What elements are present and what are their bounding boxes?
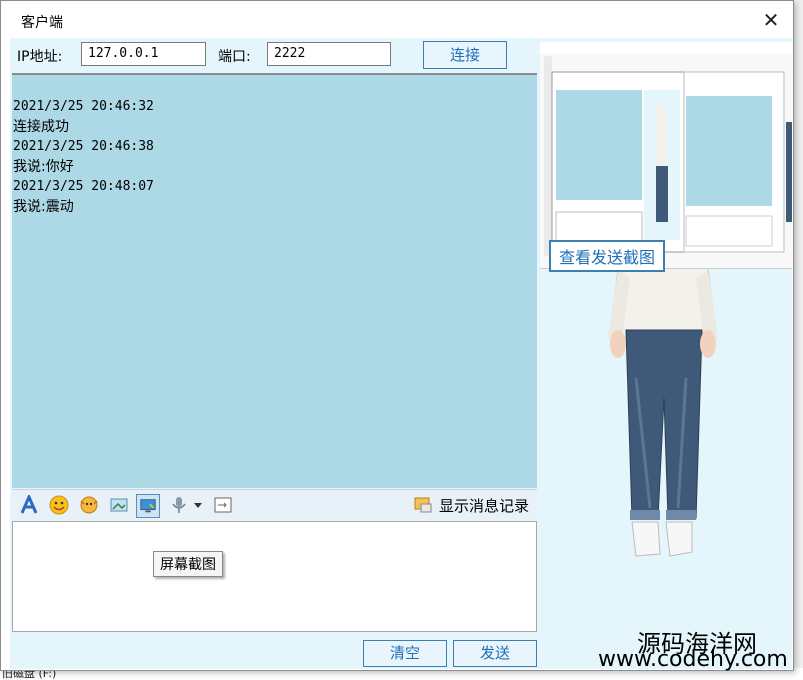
microphone-icon[interactable] bbox=[168, 494, 190, 516]
dropdown-arrow-icon[interactable] bbox=[192, 494, 204, 516]
message-input[interactable] bbox=[12, 521, 537, 632]
sent-screenshot-preview bbox=[540, 42, 792, 269]
window-icon[interactable] bbox=[212, 494, 234, 516]
font-icon[interactable] bbox=[18, 494, 40, 516]
message-text: 连接成功 bbox=[13, 119, 69, 135]
message-text: 我说:你好 bbox=[13, 159, 74, 175]
close-icon[interactable]: ✕ bbox=[757, 7, 785, 33]
shake-icon[interactable] bbox=[78, 494, 100, 516]
screenshot-thumbnail bbox=[540, 42, 792, 268]
message-time: 2021/3/25 20:48:07 bbox=[13, 179, 154, 194]
clear-button[interactable]: 清空 bbox=[363, 640, 447, 667]
title-bar: 客户端 ✕ bbox=[1, 1, 793, 39]
message-history-icon bbox=[414, 497, 432, 513]
message-text: 我说:震动 bbox=[13, 199, 74, 215]
history-label: 显示消息记录 bbox=[438, 496, 529, 515]
chat-toolbar: 显示消息记录 bbox=[12, 489, 537, 520]
emoji-icon[interactable] bbox=[48, 494, 70, 516]
image-icon[interactable] bbox=[108, 494, 130, 516]
connect-button[interactable]: 连接 bbox=[423, 41, 507, 69]
view-sent-screenshot-button[interactable]: 查看发送截图 bbox=[549, 240, 666, 272]
history-button[interactable]: 显示消息记录 bbox=[413, 494, 529, 516]
message-time: 2021/3/25 20:46:38 bbox=[13, 139, 154, 154]
send-button[interactable]: 发送 bbox=[453, 640, 537, 667]
port-input[interactable]: 2222 bbox=[267, 42, 391, 66]
watermark-url: www.codehy.com bbox=[598, 647, 788, 672]
screenshot-icon[interactable] bbox=[136, 494, 160, 518]
message-time: 2021/3/25 20:46:32 bbox=[13, 99, 154, 114]
ip-label: IP地址: bbox=[17, 49, 63, 65]
chat-log: 2021/3/25 20:46:32 连接成功 2021/3/25 20:46:… bbox=[12, 73, 537, 488]
port-label: 端口: bbox=[218, 49, 251, 65]
ip-input[interactable]: 127.0.0.1 bbox=[81, 42, 206, 66]
window-title: 客户端 bbox=[21, 15, 63, 31]
screenshot-tooltip: 屏幕截图 bbox=[153, 551, 223, 577]
